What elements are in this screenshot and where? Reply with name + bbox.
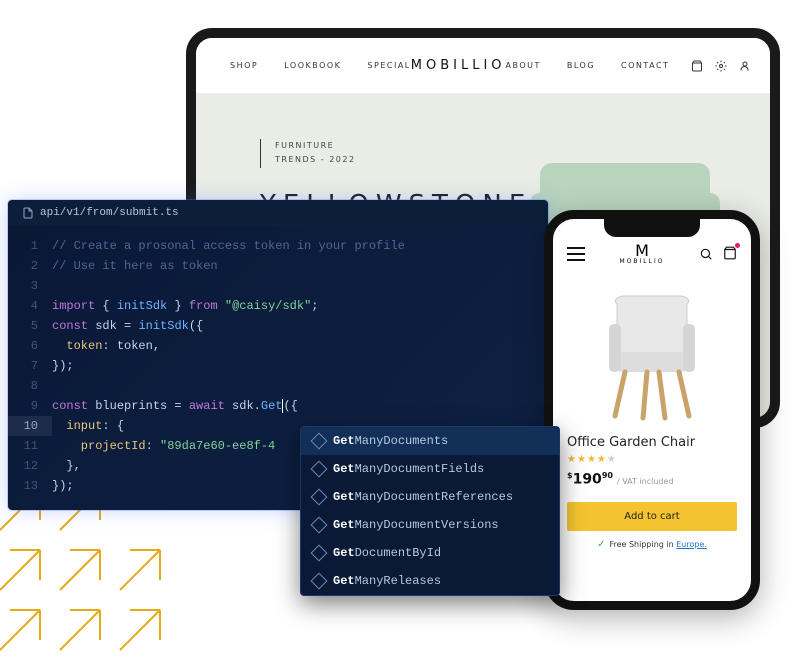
product-image [567,279,737,429]
nav-link-lookbook[interactable]: LOOKBOOK [284,61,341,70]
cart-icon[interactable] [723,245,737,264]
nav-link-shop[interactable]: SHOP [230,61,258,70]
nav-link-special[interactable]: SPECIAL [367,61,410,70]
cube-icon [311,433,328,450]
shipping-link[interactable]: Europe. [676,540,707,549]
phone-frame: M MOBILLIO Office Garden Chair ★★★★★ $ [544,210,760,610]
gear-icon[interactable] [715,60,727,72]
search-icon[interactable] [699,247,713,261]
autocomplete-popup: GetManyDocuments GetManyDocumentFields G… [300,426,560,596]
check-icon: ✓ [597,539,605,550]
cube-icon [311,489,328,506]
autocomplete-item[interactable]: GetManyDocumentReferences [301,483,559,511]
tablet-nav-right: ABOUT BLOG CONTACT [506,61,670,70]
cart-icon[interactable] [691,60,703,72]
product-price: $19090/ VAT included [567,471,737,488]
add-to-cart-button[interactable]: Add to cart [567,502,737,531]
autocomplete-item[interactable]: GetDocumentById [301,539,559,567]
nav-link-about[interactable]: ABOUT [506,61,541,70]
autocomplete-item[interactable]: GetManyDocumentFields [301,455,559,483]
file-icon [22,207,34,219]
product-name: Office Garden Chair [567,435,737,450]
cube-icon [311,517,328,534]
nav-link-blog[interactable]: BLOG [567,61,595,70]
rating-stars: ★★★★★ [567,454,737,465]
autocomplete-item[interactable]: GetManyDocumentVersions [301,511,559,539]
user-icon[interactable] [739,60,751,72]
cube-icon [311,545,328,562]
product-info: Office Garden Chair ★★★★★ $19090/ VAT in… [553,429,751,494]
editor-tab[interactable]: api/v1/from/submit.ts [8,200,548,226]
cube-icon [311,573,328,590]
line-gutter: 1 2 3 4 5 6 7 8 9 10 11 12 13 [8,236,52,496]
phone-brand: M MOBILLIO [620,243,665,265]
tablet-header: SHOP LOOKBOOK SPECIAL MOBILLIO ABOUT BLO… [196,38,770,93]
tablet-nav-left: SHOP LOOKBOOK SPECIAL [230,61,411,70]
phone-product [553,273,751,429]
cube-icon [311,461,328,478]
autocomplete-item[interactable]: GetManyDocuments [301,427,559,455]
tablet-brand: MOBILLIO [411,58,506,73]
menu-icon[interactable] [567,247,585,261]
phone-notch [604,219,700,237]
editor-filename: api/v1/from/submit.ts [40,207,179,219]
autocomplete-item[interactable]: GetManyReleases [301,567,559,595]
nav-link-contact[interactable]: CONTACT [621,61,669,70]
shipping-note: ✓ Free Shipping in Europe. [553,539,751,550]
